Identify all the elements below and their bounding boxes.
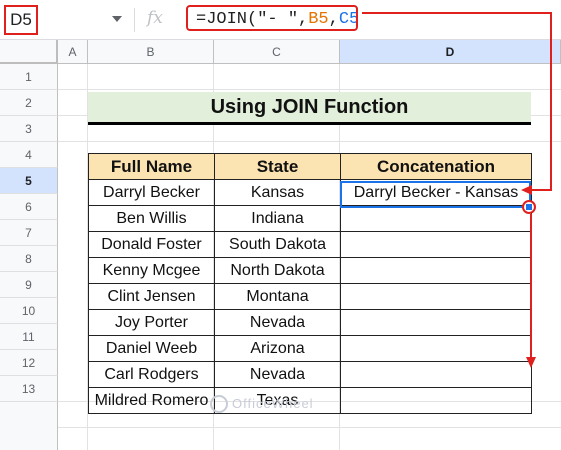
table-header-row: Full Name State Concatenation (88, 153, 532, 180)
cell-c12[interactable]: Nevada (214, 361, 341, 388)
cell-d10[interactable] (340, 309, 532, 336)
cell-d6[interactable] (340, 205, 532, 232)
fill-handle[interactable] (522, 200, 536, 214)
formula-bar: D5 fx =JOIN("- ",B5,C5) (0, 0, 561, 40)
cell-d13[interactable] (340, 387, 532, 414)
cell-d8[interactable] (340, 257, 532, 284)
header-full-name[interactable]: Full Name (88, 153, 215, 180)
column-header-b[interactable]: B (88, 40, 214, 64)
row-header-6[interactable]: 6 (0, 194, 58, 220)
cell-b12[interactable]: Carl Rodgers (88, 361, 215, 388)
name-box[interactable]: D5 (4, 5, 38, 35)
header-concatenation[interactable]: Concatenation (340, 153, 532, 180)
cell-b6[interactable]: Ben Willis (88, 205, 215, 232)
column-header-d[interactable]: D (340, 40, 561, 64)
row-header-11[interactable]: 11 (0, 324, 58, 350)
cell-c7[interactable]: South Dakota (214, 231, 341, 258)
active-cell-selection (340, 181, 531, 208)
formula-comma: , (328, 10, 339, 29)
row-header-9[interactable]: 9 (0, 272, 58, 298)
cell-d11[interactable] (340, 335, 532, 362)
cell-d9[interactable] (340, 283, 532, 310)
row-header-13[interactable]: 13 (0, 376, 58, 402)
table-row: Ben Willis Indiana (88, 205, 532, 232)
formula-input[interactable]: =JOIN("- ",B5,C5) (186, 5, 358, 31)
officewheel-logo-icon (210, 395, 228, 413)
table-row: Carl Rodgers Nevada (88, 361, 532, 388)
cell-c8[interactable]: North Dakota (214, 257, 341, 284)
gridline (58, 89, 561, 90)
cell-b13[interactable]: Mildred Romero (88, 387, 215, 414)
cell-b5[interactable]: Darryl Becker (88, 179, 215, 206)
header-state[interactable]: State (214, 153, 341, 180)
table-row: Joy Porter Nevada (88, 309, 532, 336)
cell-c11[interactable]: Arizona (214, 335, 341, 362)
cell-b9[interactable]: Clint Jensen (88, 283, 215, 310)
select-all-corner[interactable] (0, 40, 58, 64)
gridline (58, 141, 561, 142)
cell-d7[interactable] (340, 231, 532, 258)
row-header-4[interactable]: 4 (0, 142, 58, 168)
cell-d12[interactable] (340, 361, 532, 388)
table-row: Kenny Mcgee North Dakota (88, 257, 532, 284)
formula-ref-b5: B5 (308, 10, 329, 29)
formula-prefix: =JOIN("- ", (196, 10, 309, 29)
cell-b11[interactable]: Daniel Weeb (88, 335, 215, 362)
cell-c10[interactable]: Nevada (214, 309, 341, 336)
row-header-empty (0, 402, 58, 450)
sheet-title[interactable]: Using JOIN Function (88, 92, 531, 125)
row-header-5[interactable]: 5 (0, 168, 58, 194)
table-row: Clint Jensen Montana (88, 283, 532, 310)
cell-c5[interactable]: Kansas (214, 179, 341, 206)
column-header-a[interactable]: A (58, 40, 88, 64)
formula-ref-c5: C5 (338, 10, 358, 29)
row-header-12[interactable]: 12 (0, 350, 58, 376)
row-header-7[interactable]: 7 (0, 220, 58, 246)
row-header-1[interactable]: 1 (0, 64, 58, 90)
fx-icon: fx (147, 8, 163, 28)
gridline (58, 427, 561, 428)
table-row: Donald Foster South Dakota (88, 231, 532, 258)
watermark: OfficeWheel (232, 396, 314, 411)
column-header-c[interactable]: C (214, 40, 340, 64)
cell-b8[interactable]: Kenny Mcgee (88, 257, 215, 284)
row-header-2[interactable]: 2 (0, 90, 58, 116)
cell-c6[interactable]: Indiana (214, 205, 341, 232)
table-row: Daniel Weeb Arizona (88, 335, 532, 362)
row-header-8[interactable]: 8 (0, 246, 58, 272)
cell-c9[interactable]: Montana (214, 283, 341, 310)
cell-b10[interactable]: Joy Porter (88, 309, 215, 336)
cell-b7[interactable]: Donald Foster (88, 231, 215, 258)
row-header-3[interactable]: 3 (0, 116, 58, 142)
chevron-down-icon[interactable] (112, 16, 122, 22)
row-header-10[interactable]: 10 (0, 298, 58, 324)
divider (134, 8, 135, 32)
